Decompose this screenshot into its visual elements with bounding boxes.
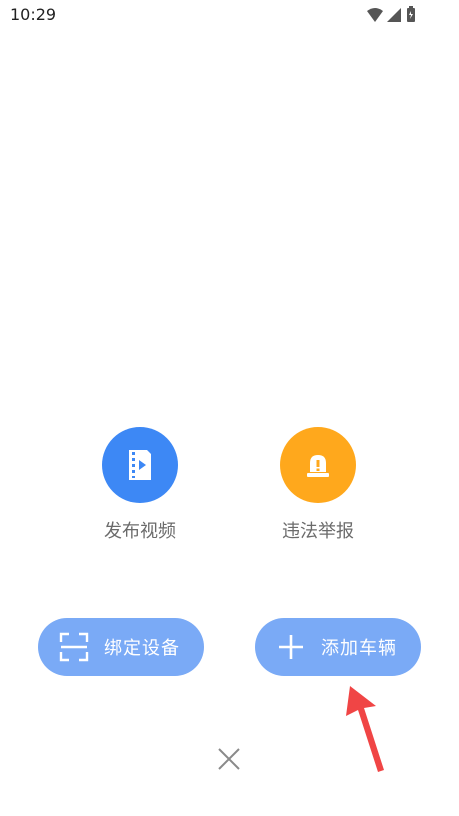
report-violation-circle[interactable]: [280, 427, 356, 503]
status-bar: 10:29: [0, 0, 459, 32]
signal-icon: [387, 8, 401, 22]
status-time: 10:29: [10, 5, 57, 24]
bind-device-button[interactable]: 绑定设备: [38, 618, 204, 676]
add-vehicle-label: 添加车辆: [321, 638, 397, 659]
wifi-icon: [367, 8, 383, 22]
plus-icon: [273, 629, 309, 665]
video-icon: [129, 450, 151, 480]
scan-icon: [56, 629, 92, 665]
annotation-arrow-icon: [346, 686, 384, 772]
bind-device-label: 绑定设备: [104, 638, 180, 659]
publish-video-action[interactable]: 发布视频: [80, 427, 200, 543]
report-violation-action[interactable]: 违法举报: [258, 427, 378, 543]
close-icon: [218, 748, 240, 770]
status-icons: [367, 6, 415, 22]
alarm-icon: [307, 455, 329, 477]
add-vehicle-button[interactable]: 添加车辆: [255, 618, 421, 676]
battery-icon: [407, 6, 415, 22]
close-button[interactable]: [214, 744, 244, 774]
publish-video-circle[interactable]: [102, 427, 178, 503]
report-violation-label: 违法举报: [282, 521, 354, 542]
publish-video-label: 发布视频: [104, 521, 176, 542]
